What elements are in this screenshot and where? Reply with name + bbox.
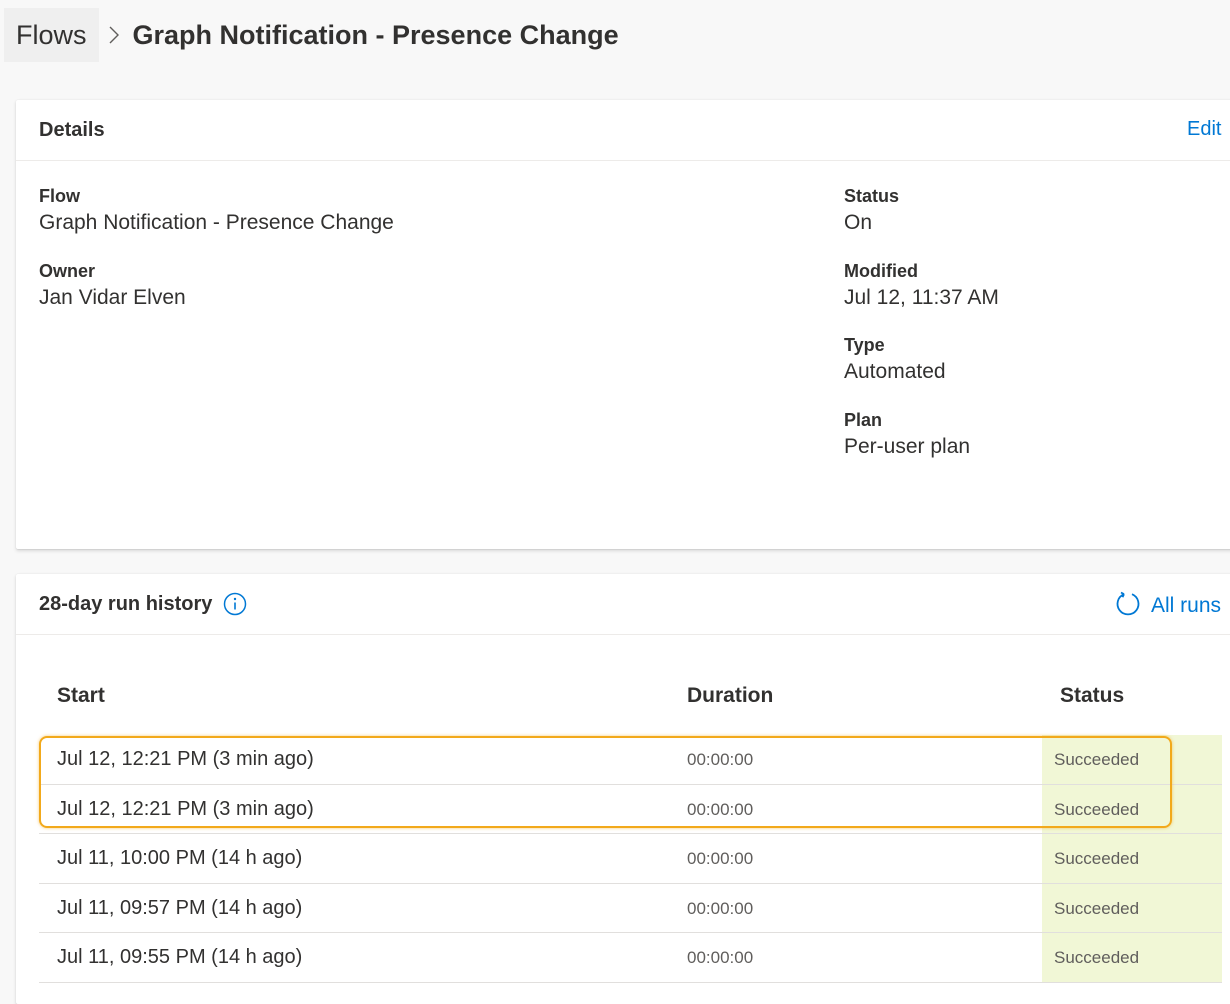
run-duration: 00:00:00: [687, 849, 754, 868]
owner-label: Owner: [39, 261, 96, 281]
run-status-cell: Succeeded: [1042, 735, 1222, 784]
chevron-right-icon: [103, 8, 125, 62]
run-start[interactable]: Jul 11, 09:57 PM (14 h ago): [57, 897, 302, 920]
run-status: Succeeded: [1054, 849, 1140, 868]
breadcrumb: Flows Graph Notification - Presence Chan…: [4, 8, 619, 62]
run-history-card: 28-day run history All runs Start Durati…: [16, 574, 1230, 1004]
plan-value: Per-user plan: [844, 435, 971, 458]
modified-label: Modified: [844, 261, 918, 281]
run-duration: 00:00:00: [687, 948, 754, 967]
run-start[interactable]: Jul 11, 10:00 PM (14 h ago): [57, 847, 302, 870]
column-status[interactable]: Status: [1060, 684, 1124, 708]
run-status: Succeeded: [1054, 898, 1140, 918]
modified-value: Jul 12, 11:37 AM: [844, 286, 999, 309]
info-icon[interactable]: [223, 592, 247, 616]
details-header: Details Edit: [16, 100, 1230, 161]
run-status-cell: Succeeded: [1042, 933, 1222, 982]
run-status: Succeeded: [1054, 948, 1140, 967]
owner-value: Jan Vidar Elven: [39, 286, 186, 309]
table-row[interactable]: Jul 12, 12:21 PM (3 min ago) 00:00:00 Su…: [39, 735, 1222, 785]
flow-value: Graph Notification - Presence Change: [39, 211, 394, 234]
column-start[interactable]: Start: [57, 684, 105, 708]
table-row[interactable]: Jul 12, 12:21 PM (3 min ago) 00:00:00 Su…: [39, 784, 1222, 834]
run-history-table-header: Start Duration Status: [39, 672, 1222, 722]
run-duration: 00:00:00: [687, 750, 754, 769]
table-row[interactable]: Jul 11, 09:55 PM (14 h ago) 00:00:00 Suc…: [39, 933, 1222, 983]
all-runs-label: All runs: [1151, 593, 1222, 617]
details-title: Details: [39, 118, 105, 141]
run-status-cell: Succeeded: [1042, 784, 1222, 833]
flow-field: Flow Graph Notification - Presence Chang…: [39, 185, 394, 239]
plan-field: Plan Per-user plan: [844, 409, 970, 463]
run-history-rows: Jul 12, 12:21 PM (3 min ago) 00:00:00 Su…: [39, 735, 1222, 983]
page-title: Graph Notification - Presence Change: [132, 19, 619, 50]
modified-field: Modified Jul 12, 11:37 AM: [844, 260, 999, 314]
column-duration[interactable]: Duration: [687, 684, 773, 708]
plan-label: Plan: [844, 410, 883, 430]
run-status: Succeeded: [1054, 750, 1140, 769]
run-start[interactable]: Jul 12, 12:21 PM (3 min ago): [57, 748, 314, 771]
table-row[interactable]: Jul 11, 09:57 PM (14 h ago) 00:00:00 Suc…: [39, 883, 1222, 933]
run-start[interactable]: Jul 12, 12:21 PM (3 min ago): [57, 798, 314, 821]
run-duration: 00:00:00: [687, 799, 754, 819]
type-field: Type Automated: [844, 334, 946, 388]
status-field: Status On: [844, 185, 899, 239]
run-start[interactable]: Jul 11, 09:55 PM (14 h ago): [57, 946, 302, 969]
run-status-cell: Succeeded: [1042, 883, 1222, 932]
owner-field: Owner Jan Vidar Elven: [39, 260, 186, 314]
all-runs-button[interactable]: All runs: [1115, 590, 1221, 621]
flow-label: Flow: [39, 186, 80, 206]
run-history-title: 28-day run history: [39, 592, 213, 615]
run-duration: 00:00:00: [687, 898, 754, 918]
status-value: On: [844, 211, 873, 234]
status-label: Status: [844, 186, 900, 206]
details-card: Details Edit Flow Graph Notification - P…: [16, 100, 1230, 549]
breadcrumb-flows-link[interactable]: Flows: [4, 8, 99, 62]
type-label: Type: [844, 335, 885, 355]
refresh-icon: [1115, 590, 1141, 621]
type-value: Automated: [844, 360, 946, 383]
run-status: Succeeded: [1054, 799, 1140, 819]
table-row[interactable]: Jul 11, 10:00 PM (14 h ago) 00:00:00 Suc…: [39, 834, 1222, 884]
edit-link[interactable]: Edit: [1187, 118, 1221, 141]
run-status-cell: Succeeded: [1042, 834, 1222, 883]
run-history-header: 28-day run history All runs: [16, 574, 1230, 635]
